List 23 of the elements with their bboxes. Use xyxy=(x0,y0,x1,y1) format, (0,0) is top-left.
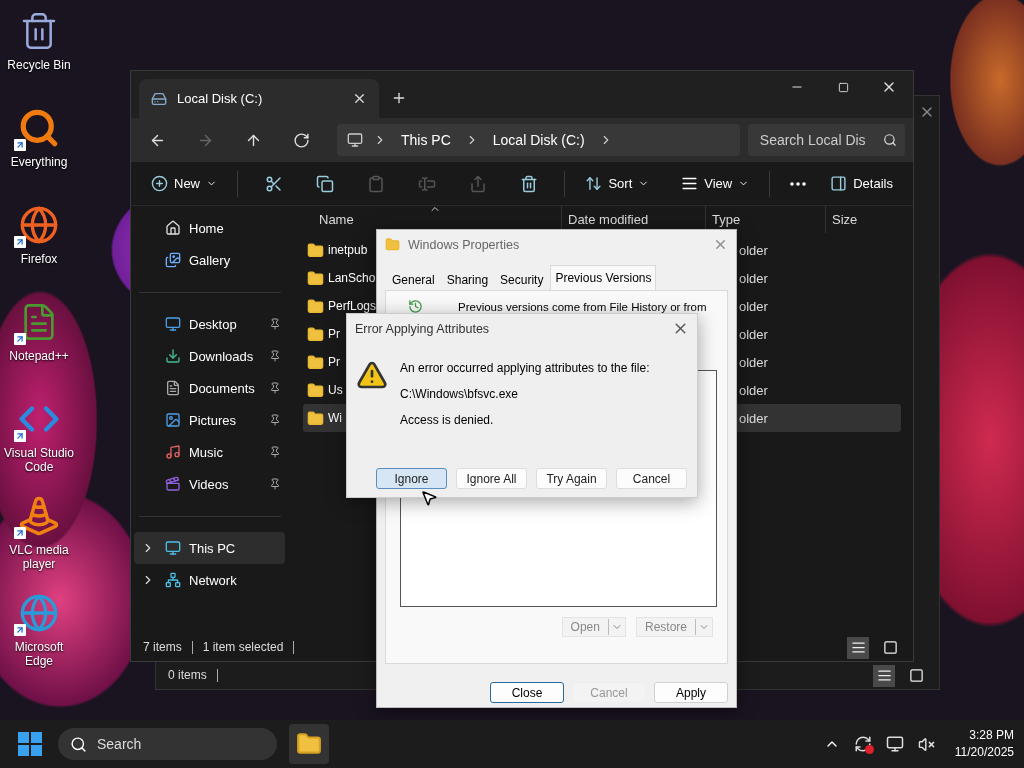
file-name: Pr xyxy=(328,355,340,369)
file-type: older xyxy=(739,298,768,314)
file-name: PerfLogs xyxy=(328,299,377,313)
file-type: older xyxy=(739,382,768,398)
intro-text: Previous versions come from File History or from xyxy=(458,301,707,314)
file-path: C:\Windows\bfsvc.exe xyxy=(400,387,520,401)
file-name: LanScho xyxy=(328,271,376,285)
error-reason: Access is denied. xyxy=(400,413,495,427)
file-name: inetpub xyxy=(328,243,368,257)
status-text: 1 item selected xyxy=(202,641,295,654)
error-message: An error occurred applying attributes to the file: xyxy=(400,361,650,375)
dialog-title: Error Applying Attributes xyxy=(355,321,491,336)
status-text: 7 items xyxy=(143,641,193,654)
file-type: older xyxy=(739,354,768,370)
file-type: older xyxy=(739,326,768,342)
file-type: older xyxy=(739,410,768,426)
file-name: Us xyxy=(328,383,343,397)
file-name: Pr xyxy=(328,327,340,341)
file-type: older xyxy=(739,242,768,258)
file-type: older xyxy=(739,270,768,286)
status-text: 0 items xyxy=(168,669,218,682)
file-name: Wi xyxy=(328,411,342,425)
dialog-title: Windows Properties xyxy=(408,237,521,252)
